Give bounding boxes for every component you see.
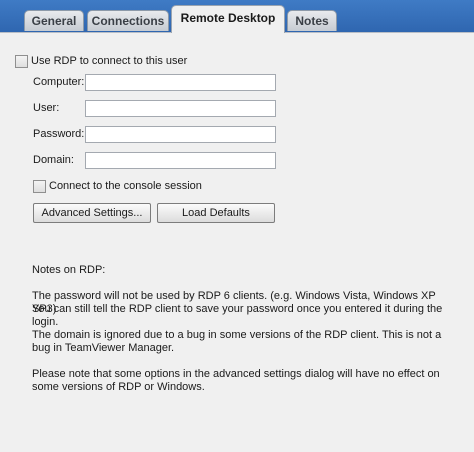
advanced-settings-button[interactable]: Advanced Settings... <box>33 203 151 223</box>
notes-paragraph: The domain is ignored due to a bug in so… <box>32 329 442 354</box>
console-session-label: Connect to the console session <box>49 180 202 192</box>
tab-general[interactable]: General <box>24 10 84 31</box>
notes-line: You can still tell the RDP client to sav… <box>32 303 443 328</box>
tab-notes[interactable]: Notes <box>287 10 337 31</box>
notes-heading: Notes on RDP: <box>32 264 106 276</box>
computer-field[interactable] <box>85 74 276 91</box>
user-field[interactable] <box>85 100 276 117</box>
domain-field[interactable] <box>85 152 276 169</box>
console-session-checkbox[interactable] <box>33 180 46 193</box>
tab-strip: General Connections Remote Desktop Notes <box>0 0 474 33</box>
user-label: User: <box>33 102 60 114</box>
load-defaults-button[interactable]: Load Defaults <box>157 203 275 223</box>
password-field[interactable] <box>85 126 276 143</box>
tab-remote-desktop[interactable]: Remote Desktop <box>171 5 285 33</box>
tab-connections[interactable]: Connections <box>87 10 169 31</box>
remote-desktop-panel: Use RDP to connect to this user Computer… <box>0 32 474 452</box>
domain-label: Domain: <box>33 154 74 166</box>
use-rdp-label: Use RDP to connect to this user <box>31 55 188 67</box>
use-rdp-checkbox[interactable] <box>15 55 28 68</box>
computer-label: Computer: <box>33 76 85 88</box>
password-label: Password: <box>33 128 85 140</box>
notes-paragraph: Please note that some options in the adv… <box>32 368 440 393</box>
